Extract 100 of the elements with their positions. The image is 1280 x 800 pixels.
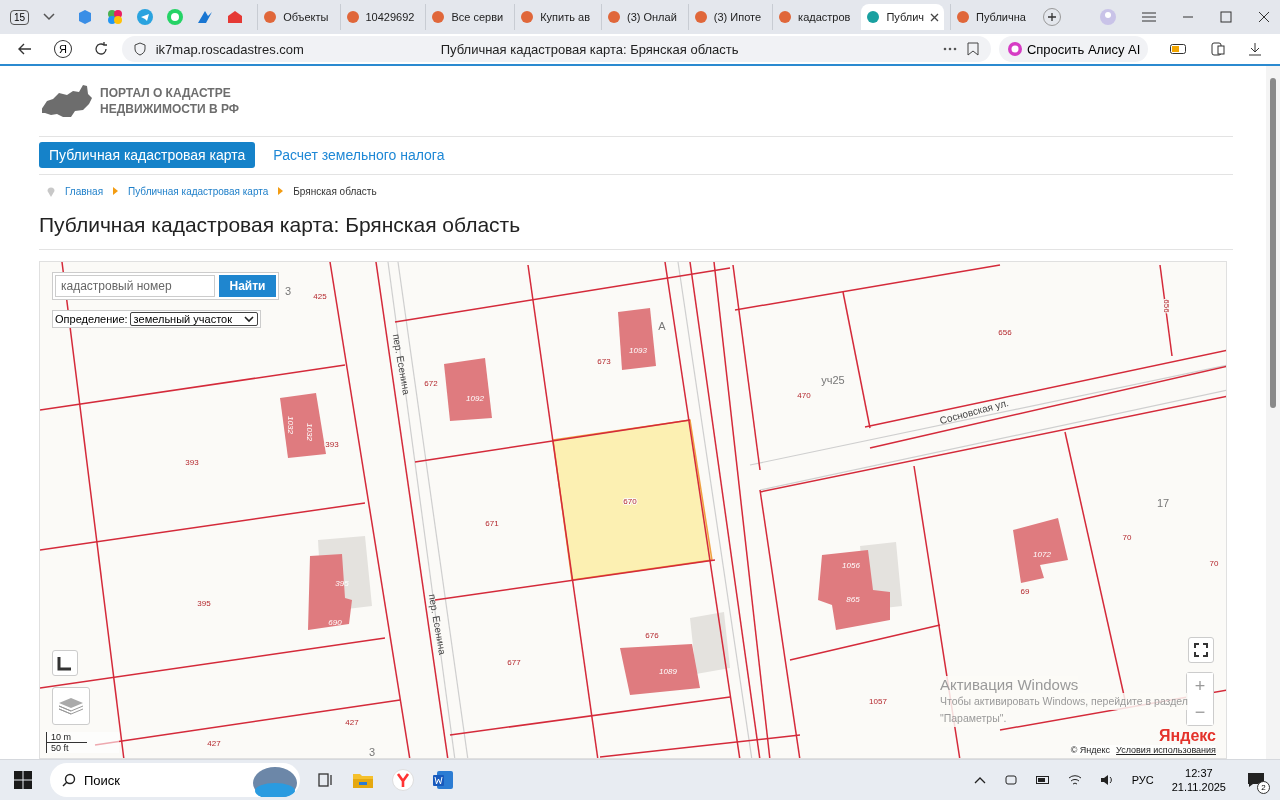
- start-icon[interactable]: [14, 771, 32, 789]
- extensions-icon[interactable]: [1210, 41, 1227, 57]
- parcel-number: 673: [597, 357, 611, 366]
- battery-icon[interactable]: [1035, 775, 1050, 785]
- search-icon: [62, 773, 76, 787]
- building-shape[interactable]: [1013, 518, 1068, 583]
- fullscreen-button[interactable]: [1188, 637, 1214, 663]
- chevron-up-icon[interactable]: [973, 776, 986, 784]
- speaker-icon[interactable]: [1099, 774, 1114, 786]
- parcel-number: 70: [1209, 559, 1219, 568]
- activation-text: Чтобы активировать Windows, перейдите в раздел: [940, 693, 1188, 710]
- new-tab-icon[interactable]: [1042, 8, 1061, 26]
- site-logo-text[interactable]: ПОРТАЛ О КАДАСТРЕ НЕДВИЖИМОСТИ В РФ: [100, 84, 240, 117]
- building-number: 1032: [305, 423, 314, 441]
- parcel-number: 427: [207, 739, 221, 748]
- quarter-number: уч25: [821, 374, 845, 386]
- task-view-icon[interactable]: [318, 773, 334, 787]
- wifi-icon[interactable]: [1067, 774, 1082, 786]
- yandex-browser-icon[interactable]: [392, 769, 414, 791]
- parcel-number: 671: [485, 519, 499, 528]
- tab-favicon-icon: [345, 10, 360, 24]
- ask-alice-button[interactable]: Спросить Алису AI: [998, 36, 1149, 62]
- nav-tab[interactable]: Публичная кадастровая карта: [39, 142, 256, 169]
- scrollbar-thumb[interactable]: [1270, 78, 1276, 408]
- taskbar-search-field[interactable]: Поиск: [50, 763, 300, 797]
- ruler-button[interactable]: [52, 650, 78, 676]
- clock[interactable]: 12:37 21.11.2025: [1171, 766, 1226, 794]
- building-shape[interactable]: [280, 393, 326, 458]
- parcel-number: 70: [1122, 533, 1132, 542]
- pinned-tab-icon[interactable]: [77, 9, 94, 25]
- browser-tab[interactable]: Публич: [861, 4, 945, 30]
- browser-tab[interactable]: 10429692: [339, 4, 420, 30]
- pinned-tab-icon[interactable]: [137, 9, 154, 25]
- quarter-number: 17: [1156, 497, 1170, 509]
- building-shape[interactable]: [308, 554, 352, 630]
- caret-icon: [113, 187, 119, 196]
- browser-tab[interactable]: кадастров: [772, 4, 856, 30]
- maximize-icon[interactable]: [1220, 11, 1232, 23]
- browser-tab[interactable]: Все серви: [425, 4, 509, 30]
- address-field[interactable]: ik7map.roscadastres.com Публичная кадастровая карта: Брянская область: [121, 36, 991, 62]
- more-icon[interactable]: [942, 47, 957, 51]
- browser-tab[interactable]: (3) Онлай: [601, 4, 682, 30]
- building-shape[interactable]: [444, 358, 492, 421]
- building-shadow: [690, 612, 730, 674]
- street-name: пер. Есенина: [426, 593, 449, 656]
- close-icon[interactable]: [1258, 11, 1270, 23]
- quarter-number: А: [658, 320, 666, 332]
- building-number: 690: [328, 618, 342, 627]
- close-icon[interactable]: [930, 12, 940, 22]
- terms-link[interactable]: Условия использования: [1116, 745, 1216, 755]
- chevron-down-icon[interactable]: [43, 13, 56, 21]
- breadcrumb-link[interactable]: Публичная кадастровая карта: [128, 185, 269, 197]
- parcel-number: 676: [645, 631, 659, 640]
- menu-icon[interactable]: [1142, 12, 1156, 22]
- folder-icon[interactable]: [352, 771, 374, 789]
- notification-button[interactable]: 2: [1244, 768, 1268, 792]
- ruler-icon: [57, 655, 73, 671]
- building-shape[interactable]: [818, 550, 890, 630]
- browser-tab[interactable]: Купить ав: [514, 4, 595, 30]
- building-number: 1092: [466, 394, 484, 403]
- find-button[interactable]: Найти: [219, 275, 276, 297]
- cadastral-number-field[interactable]: кадастровый номер: [55, 275, 215, 297]
- pinned-tab-icon[interactable]: [107, 9, 124, 25]
- street-name: пер. Есенина: [390, 333, 413, 396]
- reload-icon[interactable]: [93, 42, 108, 56]
- tab-favicon-icon: [520, 10, 535, 24]
- quarter-number: 3: [284, 285, 292, 297]
- tab-counter[interactable]: 15: [10, 9, 30, 25]
- language-indicator[interactable]: РУС: [1131, 774, 1154, 786]
- parcel-number: 1057: [869, 697, 887, 706]
- parcel-number: 69: [1020, 587, 1030, 596]
- nav-tab[interactable]: Расчет земельного налога: [263, 142, 455, 169]
- map-provider-logo: Яндекс: [1159, 727, 1216, 745]
- pinned-tab-icon[interactable]: [227, 9, 244, 25]
- shield-icon: [133, 42, 146, 56]
- copyright-text: © Яндекс: [1070, 745, 1111, 755]
- tab-favicon-icon: [607, 10, 621, 24]
- download-icon[interactable]: [1248, 42, 1262, 56]
- russia-map-icon: [42, 82, 94, 119]
- browser-tab[interactable]: Публична: [950, 4, 1031, 30]
- building-shape[interactable]: [620, 644, 700, 695]
- layers-button[interactable]: [52, 687, 90, 725]
- breadcrumb-link[interactable]: Главная: [65, 185, 104, 197]
- bookmark-icon[interactable]: [966, 42, 979, 56]
- back-arrow-icon[interactable]: [18, 43, 32, 55]
- selected-parcel[interactable]: [552, 419, 713, 581]
- word-icon[interactable]: [432, 770, 454, 790]
- breadcrumb-current: Брянская область: [293, 185, 377, 197]
- activation-title: Активация Windows: [940, 676, 1079, 693]
- browser-tab[interactable]: (3) Ипоте: [687, 4, 767, 30]
- building-shape[interactable]: [618, 308, 656, 370]
- tab-favicon-icon: [431, 10, 446, 24]
- parcel-number: 656: [1162, 299, 1171, 313]
- tab-favicon-icon: [956, 10, 971, 24]
- battery-icon[interactable]: [1170, 44, 1189, 54]
- search-placeholder: Поиск: [84, 772, 121, 788]
- browser-tab[interactable]: Объекты: [257, 4, 334, 30]
- pinned-tab-icon[interactable]: [197, 9, 214, 25]
- building-number: 1089: [659, 667, 677, 676]
- definition-select[interactable]: земельный участок: [129, 312, 258, 326]
